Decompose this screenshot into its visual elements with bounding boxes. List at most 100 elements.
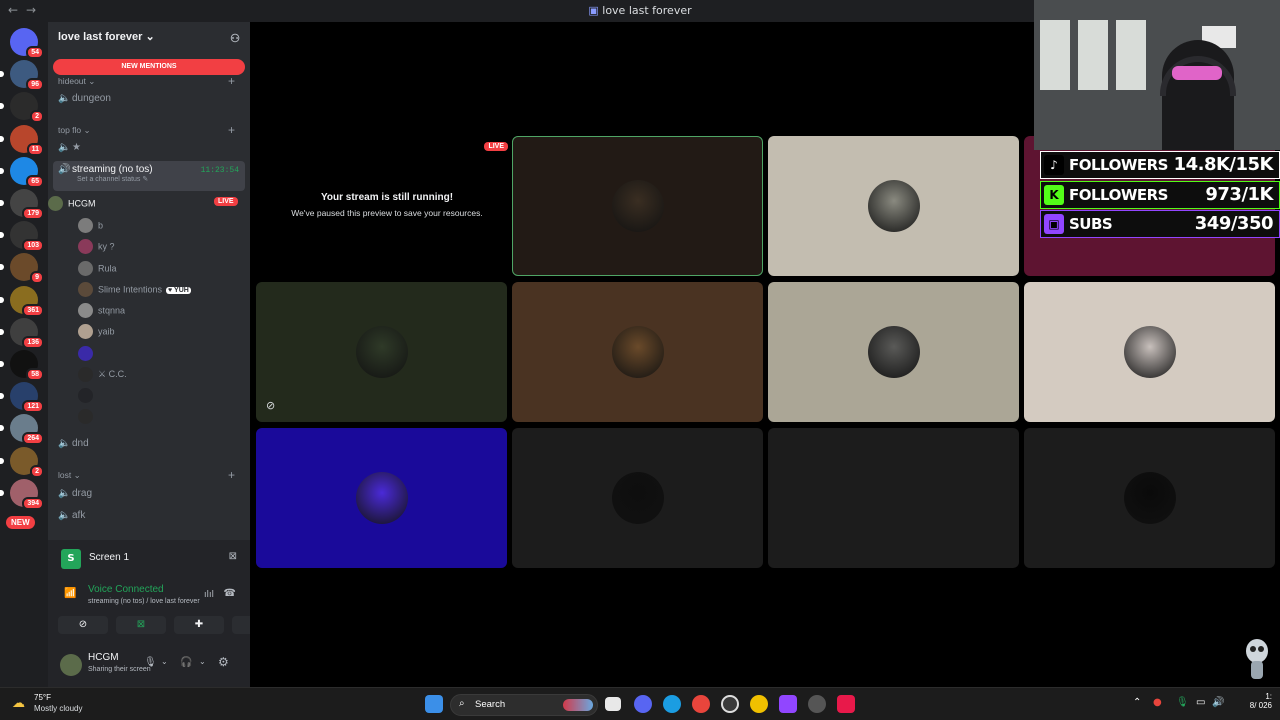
- network-icon[interactable]: ▭: [1196, 697, 1205, 708]
- channel-star[interactable]: 🔈 ★: [58, 142, 81, 153]
- task-view-icon[interactable]: [605, 697, 621, 711]
- chevron-up-icon[interactable]: ⌃: [1133, 697, 1141, 708]
- guild-header[interactable]: love last forever ⌄ ⚇: [48, 22, 250, 54]
- server-icon[interactable]: 264: [10, 414, 44, 446]
- stat-row: ▣ SUBS 349/350: [1040, 210, 1280, 238]
- screen-share-status: S Screen 1 ⊠: [53, 546, 245, 573]
- clock[interactable]: 1: 8/ 026: [1232, 692, 1272, 710]
- microphone-icon[interactable]: 🎙: [144, 657, 157, 668]
- disconnect-icon[interactable]: ☎: [224, 588, 236, 599]
- voice-user[interactable]: yaib: [78, 324, 115, 340]
- participant-tile[interactable]: [768, 282, 1019, 422]
- server-icon[interactable]: 9: [10, 253, 44, 285]
- participant-tile[interactable]: ⊘: [256, 282, 507, 422]
- user-name[interactable]: HCGM: [88, 652, 119, 663]
- add-channel-icon[interactable]: +: [228, 468, 235, 482]
- server-icon[interactable]: 179: [10, 189, 44, 220]
- gear-icon[interactable]: ⚙: [218, 655, 229, 669]
- unread-badge: 11: [26, 142, 44, 156]
- channel-label: drag: [72, 488, 93, 499]
- category-hideout[interactable]: hideout ⌄ +: [58, 74, 235, 88]
- voice-user[interactable]: stqnna: [78, 303, 125, 319]
- category-top-flo[interactable]: top flo ⌄ +: [58, 123, 235, 137]
- avatar: [78, 239, 93, 254]
- unread-badge: 9: [30, 271, 44, 285]
- new-mentions-banner[interactable]: NEW MENTIONS: [53, 59, 245, 75]
- unread-badge: 96: [26, 78, 44, 92]
- server-icon[interactable]: 103: [10, 221, 44, 253]
- voice-user[interactable]: [78, 388, 98, 404]
- unread-pill: [0, 361, 4, 367]
- voice-user[interactable]: [78, 409, 98, 425]
- unread-pill: [0, 135, 4, 142]
- participant-tile[interactable]: [512, 428, 763, 568]
- server-icon[interactable]: 361: [10, 285, 44, 317]
- add-member-icon[interactable]: ⚇: [230, 32, 240, 45]
- avatar[interactable]: [60, 654, 82, 676]
- server-icon[interactable]: 121: [10, 382, 44, 414]
- chrome-icon[interactable]: [692, 695, 710, 713]
- tray-app-icon[interactable]: ●: [1153, 697, 1162, 708]
- voice-user[interactable]: Slime Intentions ♥ YUH: [78, 282, 191, 298]
- voice-user[interactable]: [78, 346, 98, 362]
- server-icon[interactable]: 136: [10, 317, 44, 349]
- slack-icon[interactable]: [750, 695, 768, 713]
- channel-afk[interactable]: 🔈 afk: [58, 510, 85, 521]
- stop-share-icon[interactable]: ⊠: [229, 551, 237, 562]
- obs-icon[interactable]: [808, 695, 826, 713]
- category-label: lost ⌄: [58, 470, 81, 480]
- add-channel-icon[interactable]: +: [228, 74, 235, 88]
- volume-icon[interactable]: 🔊: [1212, 697, 1224, 708]
- server-icon[interactable]: 11: [10, 124, 44, 156]
- channel-drag[interactable]: 🔈 drag: [58, 488, 92, 499]
- edge-icon[interactable]: [663, 695, 681, 713]
- server-icon[interactable]: 58: [10, 350, 44, 381]
- unread-badge: 103: [22, 239, 44, 253]
- own-stream-tile[interactable]: LIVE Your stream is still running! We've…: [256, 136, 512, 276]
- tiktok-icon[interactable]: [837, 695, 855, 713]
- headphones-icon[interactable]: 🎧: [180, 657, 192, 668]
- server-icon[interactable]: 96: [10, 60, 44, 92]
- glasses-shape: [1172, 66, 1222, 80]
- participant-tile[interactable]: [768, 136, 1019, 276]
- signal-icon[interactable]: 📶: [64, 588, 76, 599]
- server-icon[interactable]: 65: [10, 156, 44, 188]
- category-lost[interactable]: lost ⌄ +: [58, 468, 235, 482]
- voice-user[interactable]: b: [78, 218, 103, 234]
- participant-tile[interactable]: [1024, 428, 1275, 568]
- camera-off-button[interactable]: ⊘: [58, 616, 108, 634]
- discord-icon[interactable]: [634, 695, 652, 713]
- server-icon[interactable]: 394: [10, 478, 44, 510]
- add-channel-icon[interactable]: +: [228, 123, 235, 137]
- channel-dungeon[interactable]: 🔈 dungeon: [58, 93, 111, 104]
- participant-tile[interactable]: [768, 428, 1019, 568]
- noise-suppression-icon[interactable]: ılıl: [204, 590, 214, 600]
- chevron-down-icon[interactable]: ⌄: [161, 657, 168, 666]
- media-player-icon[interactable]: [721, 695, 739, 713]
- participant-tile[interactable]: [512, 282, 763, 422]
- set-channel-status[interactable]: Set a channel status ✎: [77, 175, 240, 183]
- voice-user[interactable]: ⚔ C.C.: [78, 367, 127, 383]
- participant-tile[interactable]: [512, 136, 763, 276]
- twitch-icon[interactable]: [779, 695, 797, 713]
- participant-tile[interactable]: [256, 428, 507, 568]
- voice-user[interactable]: ky ?: [78, 239, 115, 255]
- microphone-icon[interactable]: 🎙: [1176, 697, 1189, 708]
- server-icon[interactable]: 2: [10, 92, 44, 124]
- unread-badge: 361: [22, 303, 44, 317]
- channel-streaming-active[interactable]: 🔊 streaming (no tos) 11:23:54 Set a chann…: [53, 161, 245, 191]
- voice-channel-path[interactable]: streaming (no tos) / love last forever: [88, 598, 200, 605]
- windows-start-icon[interactable]: [425, 695, 443, 713]
- participant-tile[interactable]: [1024, 282, 1275, 422]
- server-icon[interactable]: 2: [10, 446, 44, 478]
- voice-user[interactable]: Rula: [78, 261, 117, 277]
- new-unreads-button[interactable]: NEW: [6, 516, 35, 529]
- activities-button[interactable]: ✚: [174, 616, 224, 634]
- search-box[interactable]: ⌕ Search: [450, 694, 598, 716]
- server-icon[interactable]: 54: [10, 28, 44, 59]
- voice-connected-label[interactable]: Voice Connected: [88, 584, 164, 595]
- avatar: [611, 472, 664, 524]
- chevron-down-icon[interactable]: ⌄: [199, 657, 206, 666]
- screen-share-button[interactable]: ⊠: [116, 616, 166, 634]
- channel-dnd[interactable]: 🔈 dnd: [58, 438, 89, 449]
